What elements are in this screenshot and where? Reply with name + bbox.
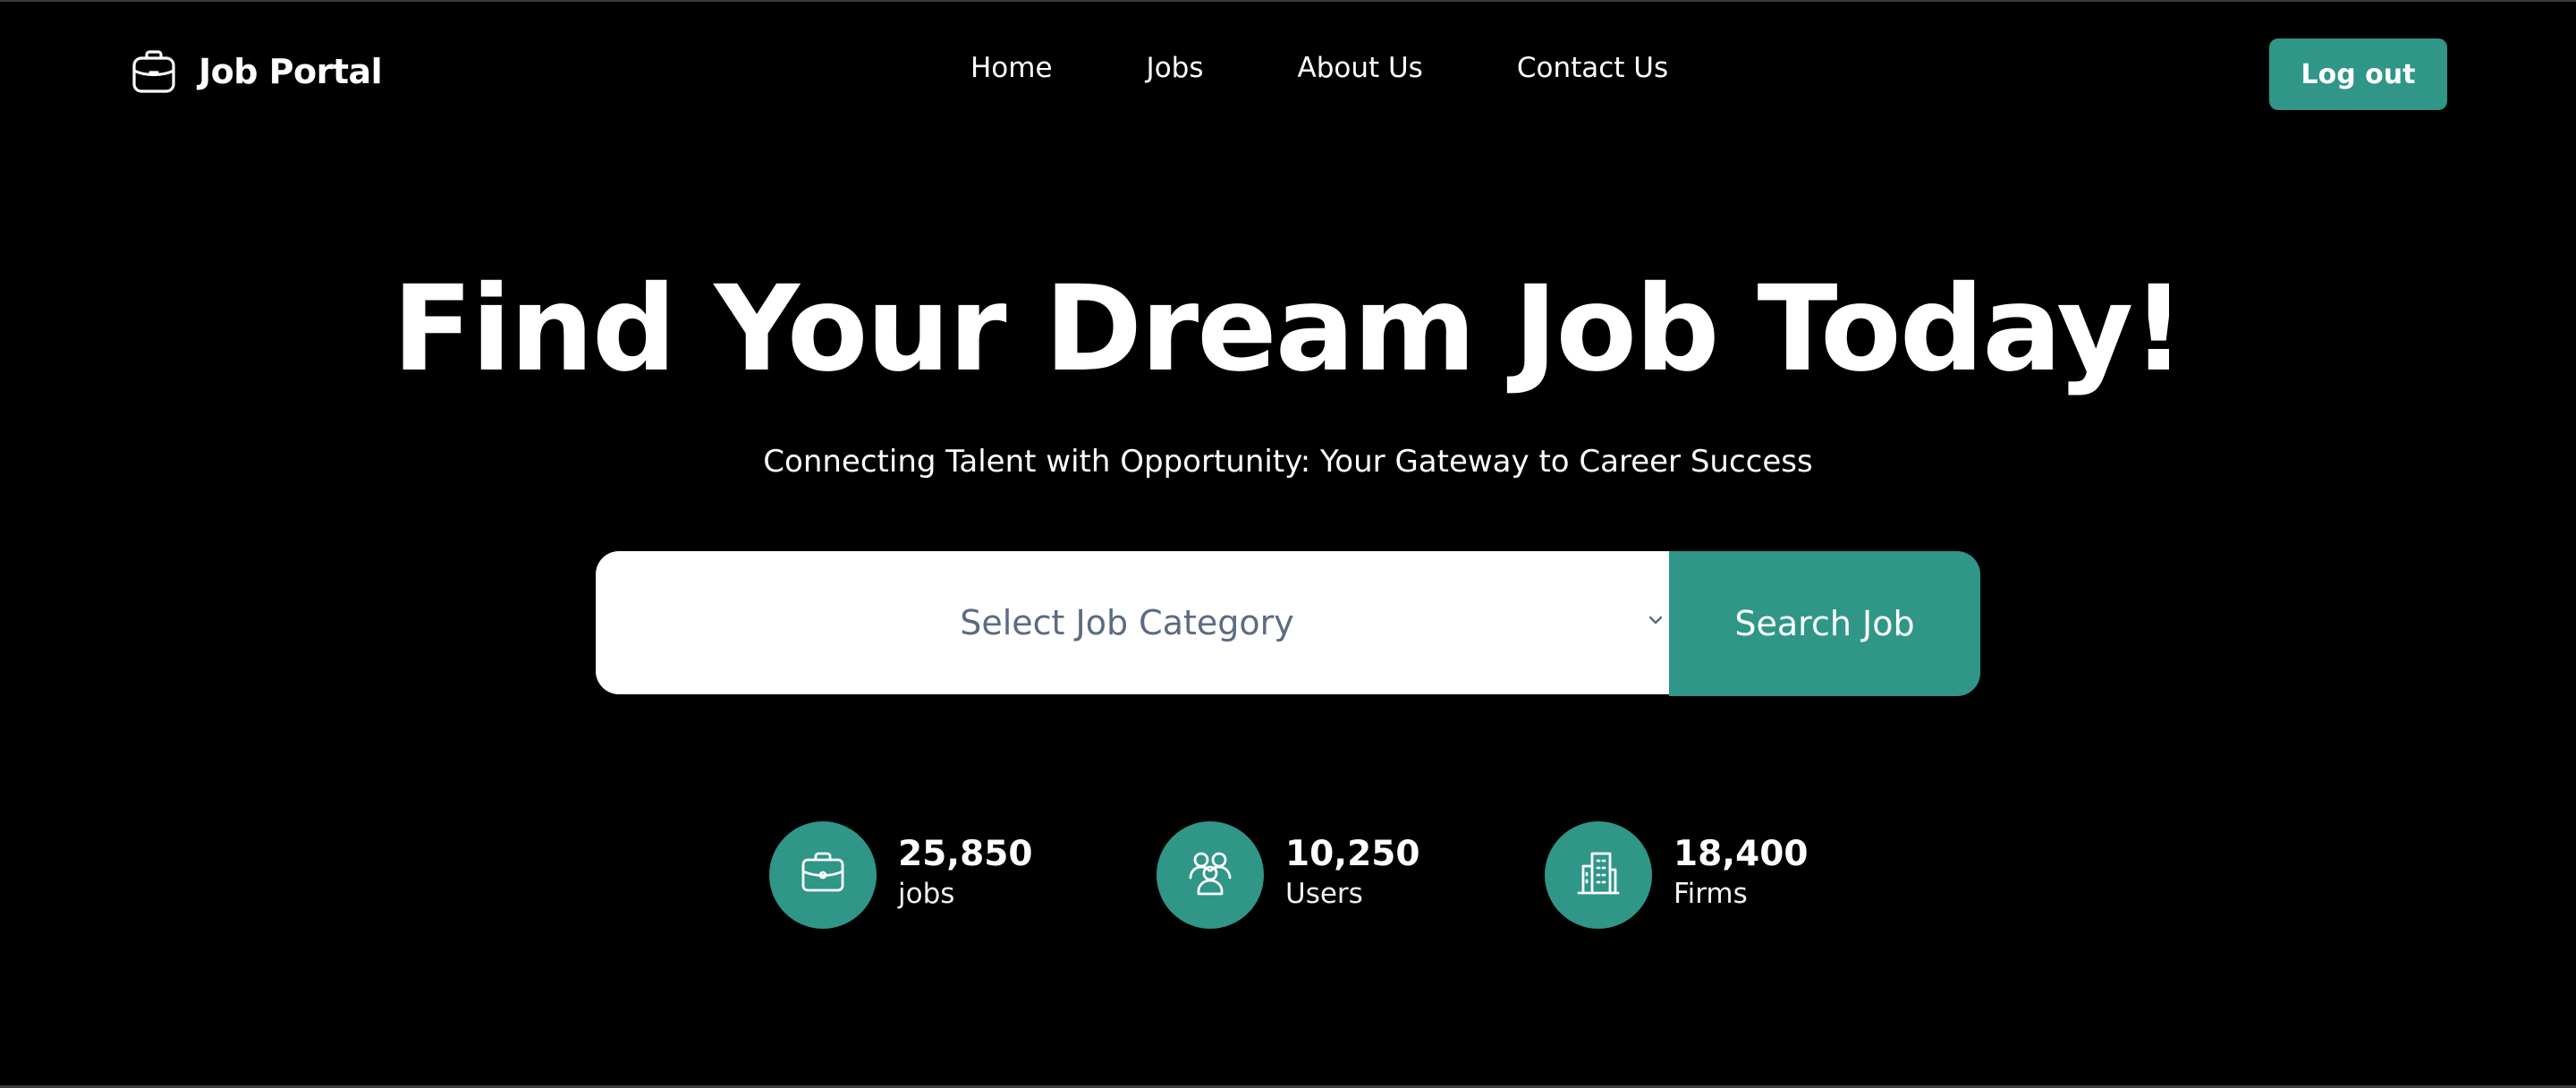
job-category-placeholder: Select Job Category	[960, 603, 1294, 642]
nav-jobs[interactable]: Jobs	[1147, 52, 1204, 84]
job-category-select[interactable]: Select Job Category	[596, 551, 1669, 694]
stat-value: 18,400	[1674, 834, 1809, 875]
nav-home[interactable]: Home	[970, 52, 1053, 84]
stat-icon-circle	[1545, 821, 1652, 929]
hero-subtitle: Connecting Talent with Opportunity: Your…	[763, 444, 1813, 480]
stat-icon-circle	[1157, 821, 1264, 929]
logo-text: Job Portal	[199, 52, 383, 91]
building-icon	[1572, 846, 1625, 904]
page: Job Portal Home Jobs About Us Contact Us…	[0, 0, 2576, 1088]
stat-text: 10,250 Users	[1285, 834, 1420, 912]
briefcase-icon	[796, 846, 850, 904]
logo-link[interactable]: Job Portal	[131, 48, 383, 95]
search-job-button[interactable]: Search Job	[1669, 551, 1980, 696]
stat-value: 10,250	[1285, 834, 1420, 875]
chevron-down-icon	[1646, 610, 1665, 633]
stat-firms: 18,400 Firms	[1545, 821, 1809, 929]
job-search-form: Select Job Category Search Job	[596, 551, 1980, 696]
stat-users: 10,250 Users	[1157, 821, 1420, 929]
stat-icon-circle	[769, 821, 877, 929]
stat-label: jobs	[898, 878, 955, 911]
stat-value: 25,850	[898, 834, 1033, 875]
nav-about-us[interactable]: About Us	[1297, 52, 1422, 84]
stat-jobs: 25,850 jobs	[769, 821, 1033, 929]
nav-contact-us[interactable]: Contact Us	[1517, 52, 1668, 84]
logout-button[interactable]: Log out	[2269, 38, 2447, 110]
briefcase-icon	[131, 48, 177, 95]
hero-title: Find Your Dream Job Today!	[392, 260, 2186, 398]
users-icon	[1182, 846, 1238, 905]
stat-label: Firms	[1674, 878, 1748, 911]
stat-text: 25,850 jobs	[898, 834, 1033, 912]
stat-text: 18,400 Firms	[1674, 834, 1809, 912]
stat-label: Users	[1285, 878, 1363, 911]
main-nav: Home Jobs About Us Contact Us	[970, 52, 1668, 84]
